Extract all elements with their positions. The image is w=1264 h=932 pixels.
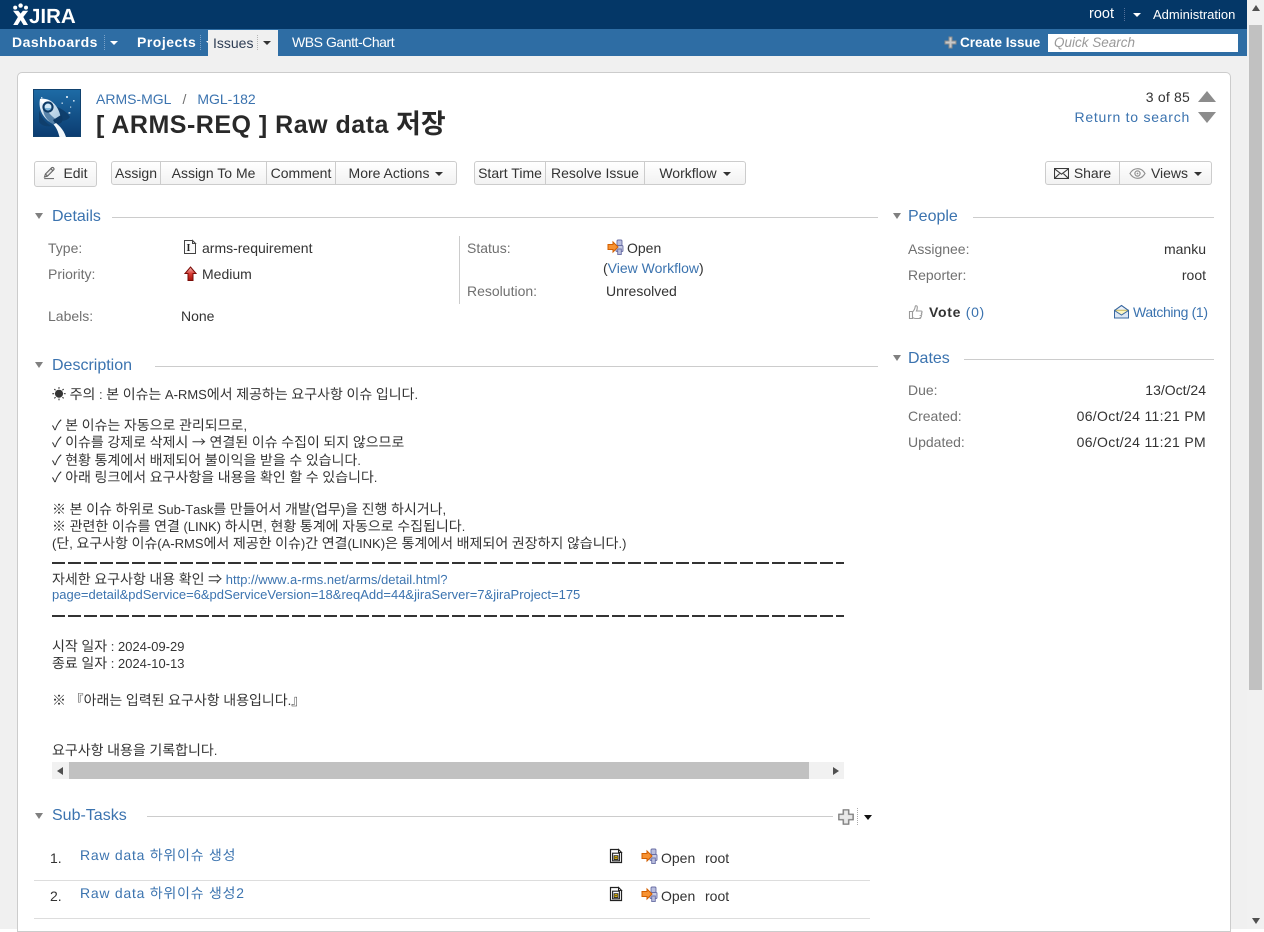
svg-text:I: I	[187, 243, 191, 254]
